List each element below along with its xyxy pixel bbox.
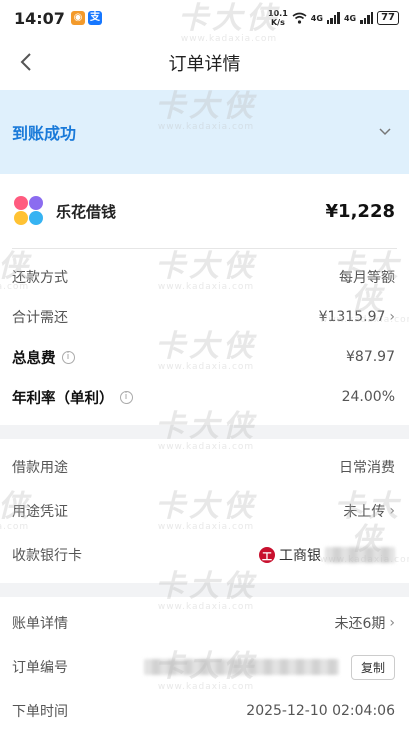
back-button[interactable]: [14, 50, 38, 74]
status-bar: 14:07 ◉ 支 10.1 K/s 4G 4G 77: [0, 0, 409, 36]
bank-label: 收款银行卡: [12, 548, 82, 564]
bill-row[interactable]: 账单详情 未还6期 ›: [0, 601, 409, 645]
bill-label: 账单详情: [12, 616, 68, 632]
product-row: 乐花借钱 ¥1,228: [0, 174, 409, 248]
repay-method-value: 每月等额: [339, 270, 395, 286]
purpose-label: 借款用途: [12, 460, 68, 476]
network-type-2: 4G: [343, 13, 357, 23]
order-no-row: 订单编号 复制: [0, 645, 409, 689]
status-label: 到账成功: [12, 124, 77, 143]
info-icon[interactable]: i: [119, 390, 133, 404]
interest-row: 总息费 i ¥87.97: [0, 337, 409, 377]
app-notification-icon: ◉: [70, 11, 85, 25]
total-row[interactable]: 合计需还 ¥1315.97 ›: [0, 297, 409, 337]
order-time-row: 下单时间 2025-12-10 02:04:06: [0, 689, 409, 732]
interest-label: 总息费: [12, 350, 56, 367]
order-time-value: 2025-12-10 02:04:06: [246, 703, 395, 719]
voucher-label: 用途凭证: [12, 504, 68, 520]
total-label: 合计需还: [12, 310, 68, 326]
interest-value: ¥87.97: [346, 349, 395, 365]
loan-amount: ¥1,228: [325, 200, 395, 222]
usage-card: 借款用途 日常消费 用途凭证 未上传 › 收款银行卡 工 工商银: [0, 439, 409, 583]
page-title: 订单详情: [168, 54, 241, 75]
purpose-value: 日常消费: [339, 460, 395, 476]
order-card: 账单详情 未还6期 › 订单编号 复制 下单时间 2025-12-10 02:04…: [0, 597, 409, 732]
purpose-row: 借款用途 日常消费: [0, 445, 409, 489]
voucher-row[interactable]: 用途凭证 未上传 ›: [0, 489, 409, 533]
masked-order-number: [143, 659, 339, 675]
copy-button[interactable]: 复制: [350, 654, 395, 680]
signal-icon-2: [360, 12, 374, 24]
status-time: 14:07: [14, 8, 65, 28]
rate-value: 24.00%: [341, 389, 395, 405]
bill-value: 未还6期: [334, 616, 386, 632]
nav-bar: 订单详情: [0, 36, 409, 90]
rate-row: 年利率（单利） i 24.00%: [0, 377, 409, 417]
chevron-left-icon: [20, 53, 31, 71]
net-speed: 10.1 K/s: [268, 9, 288, 27]
order-no-label: 订单编号: [12, 660, 68, 676]
network-type-1: 4G: [310, 13, 323, 23]
section-gap: [0, 583, 409, 597]
chevron-right-icon: ›: [389, 503, 395, 519]
summary-card: 乐花借钱 ¥1,228 还款方式 每月等额 合计需还 ¥1315.97 › 总息费…: [0, 174, 409, 425]
wifi-icon: [292, 12, 307, 24]
signal-icon-1: [326, 12, 340, 24]
bank-name: 工商银: [279, 548, 321, 564]
rate-label: 年利率（单利）: [12, 390, 114, 407]
voucher-value: 未上传: [343, 504, 386, 520]
info-icon[interactable]: i: [61, 350, 75, 364]
product-name: 乐花借钱: [56, 202, 117, 221]
chevron-down-icon[interactable]: [379, 128, 391, 136]
battery-icon: 77: [377, 11, 399, 25]
alipay-icon: 支: [87, 11, 102, 25]
section-gap: [0, 425, 409, 439]
total-value: ¥1315.97: [318, 309, 386, 325]
masked-card-number: [325, 547, 395, 563]
icbc-bank-icon: 工: [259, 547, 275, 563]
repay-method-row: 还款方式 每月等额: [0, 257, 409, 297]
repay-method-label: 还款方式: [12, 270, 68, 286]
bank-row: 收款银行卡 工 工商银: [0, 533, 409, 577]
chevron-right-icon: ›: [389, 615, 395, 631]
status-banner[interactable]: 到账成功: [0, 90, 409, 174]
order-time-label: 下单时间: [12, 704, 68, 720]
lehua-logo-icon: [14, 196, 44, 226]
chevron-right-icon: ›: [389, 309, 395, 325]
